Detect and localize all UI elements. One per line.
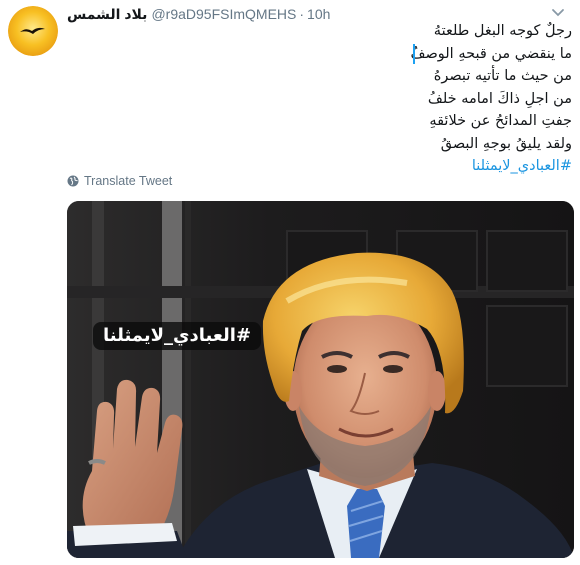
tweet-text: رجلٌ كوجه البغل طلعتهُ ما ينقضي من قبحهِ…: [132, 20, 572, 178]
text-cursor-bar: [413, 44, 415, 64]
hashtag-link[interactable]: #العبادي_لايمثلنا: [132, 155, 572, 178]
globe-icon: [67, 175, 79, 187]
tweet-line: من اجلِ ذاكَ امامه خلفُ: [427, 90, 572, 107]
chevron-down-icon[interactable]: [550, 6, 566, 20]
translate-label: Translate Tweet: [84, 174, 173, 188]
photo-scene: [67, 201, 574, 558]
translate-tweet-link[interactable]: Translate Tweet: [67, 173, 172, 189]
tweet-line: ولقد يليقُ بوجهِ البصقُ: [440, 135, 572, 152]
tweet-line: ما ينقضي من قبحهِ الوصفُ: [410, 45, 572, 62]
tweet-line: جفتِ المدائحُ عن خلائقهِ: [429, 113, 572, 129]
tweet-media-image[interactable]: #العبادي_لايمثلنا: [67, 201, 574, 558]
image-overlay-hashtag: #العبادي_لايمثلنا: [93, 322, 262, 350]
tweet-line: من حيث ما تأتيه تبصرهُ: [433, 68, 572, 84]
sun-bird-avatar-icon: [8, 6, 58, 56]
avatar[interactable]: [8, 6, 58, 56]
tweet-line: رجلٌ كوجه البغل طلعتهُ: [433, 23, 572, 39]
